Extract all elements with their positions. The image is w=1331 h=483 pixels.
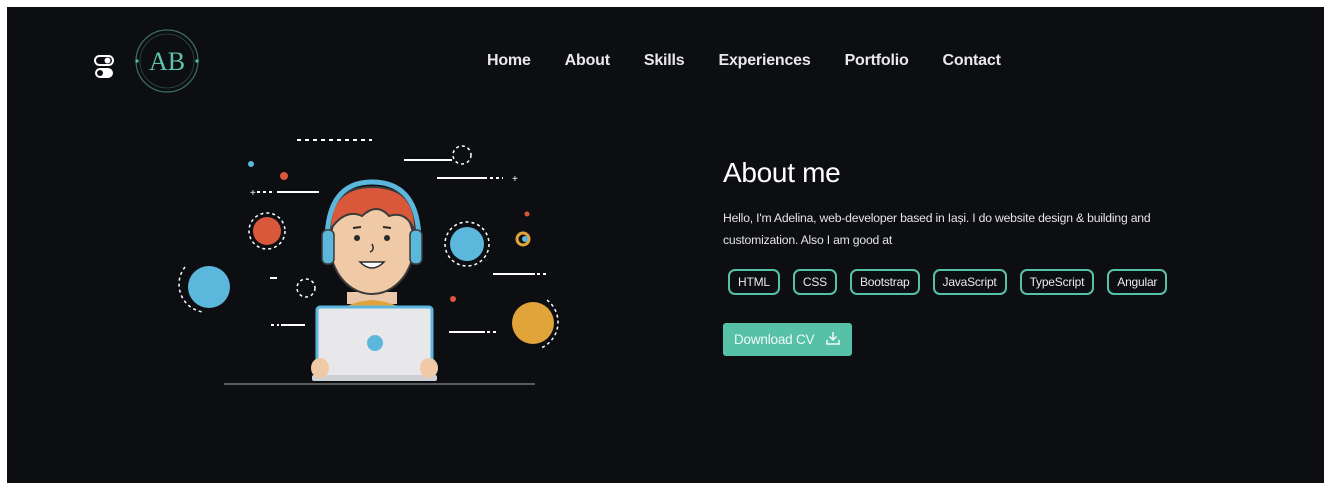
skill-javascript: JavaScript — [932, 269, 1007, 295]
svg-text:+: + — [250, 188, 256, 199]
theme-toggle-icon[interactable] — [94, 55, 114, 81]
nav-portfolio[interactable]: Portfolio — [845, 52, 909, 70]
nav-skills[interactable]: Skills — [644, 52, 685, 70]
page-frame: AB Home About Skills Experiences Portfol… — [7, 7, 1324, 483]
nav-experiences[interactable]: Experiences — [718, 52, 810, 70]
about-text: Hello, I'm Adelina, web-developer based … — [723, 211, 1151, 247]
skill-html: HTML — [728, 269, 780, 295]
nav-home[interactable]: Home — [487, 52, 531, 70]
developer-illustration: + + — [167, 132, 567, 392]
download-icon — [826, 331, 841, 348]
skill-angular: Angular — [1107, 269, 1168, 295]
about-section: About me Hello, I'm Adelina, web-develop… — [723, 157, 1243, 356]
download-cv-label: Download CV — [734, 332, 815, 347]
svg-text:+: + — [512, 174, 518, 185]
skill-bootstrap: Bootstrap — [849, 269, 920, 295]
skills-list: HTML CSS Bootstrap JavaScript TypeScript… — [728, 269, 1243, 295]
nav-about[interactable]: About — [565, 52, 610, 70]
nav-contact[interactable]: Contact — [943, 52, 1001, 70]
logo-initials: AB — [149, 47, 185, 76]
about-title: About me — [723, 157, 841, 188]
skill-css: CSS — [792, 269, 837, 295]
skill-typescript: TypeScript — [1019, 269, 1095, 295]
main-nav: Home About Skills Experiences Portfolio … — [487, 52, 1001, 70]
logo[interactable]: AB — [134, 28, 200, 94]
download-cv-button[interactable]: Download CV — [723, 323, 853, 356]
